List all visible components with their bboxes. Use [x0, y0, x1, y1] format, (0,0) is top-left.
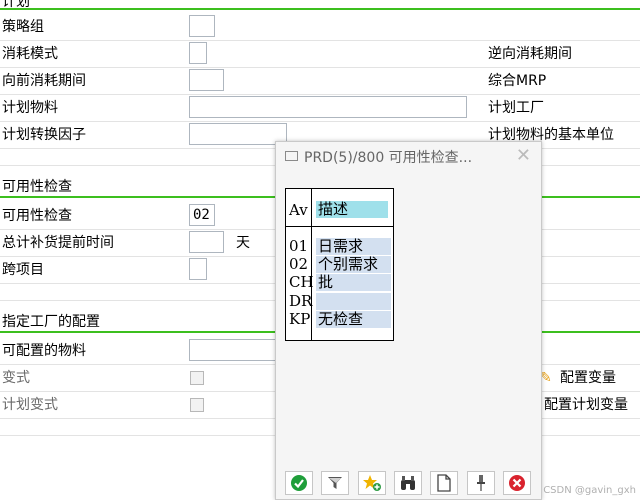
section-title-availability: 可用性检查	[2, 179, 72, 195]
find-button[interactable]	[394, 471, 422, 495]
watermark: CSDN @gavin_gxh	[543, 485, 636, 496]
cross-project-input[interactable]	[189, 258, 207, 280]
label-strategy-group: 策略组	[2, 19, 44, 35]
label-variant: 变式	[2, 370, 30, 386]
label-configurable-material: 可配置的物料	[2, 343, 86, 359]
pin-button[interactable]	[467, 471, 495, 495]
planning-material-input[interactable]	[189, 96, 467, 118]
dialog-title: PRD(5)/800 可用性检查...	[304, 150, 473, 166]
availability-check-input[interactable]: 02	[189, 204, 215, 226]
unit-days: 天	[236, 235, 250, 251]
consumption-mode-input[interactable]	[189, 42, 207, 64]
confirm-icon	[291, 475, 307, 491]
variant-checkbox[interactable]	[190, 371, 204, 385]
label-planning-material: 计划物料	[2, 100, 58, 116]
label-planning-plant: 计划工厂	[488, 100, 544, 116]
label-total-replenish-lead: 总计补货提前时间	[2, 235, 114, 251]
add-favorite-icon	[363, 475, 381, 491]
label-backward-consumption: 逆向消耗期间	[488, 46, 572, 62]
label-planning-variant: 计划变式	[2, 397, 58, 413]
label-forward-consumption: 向前消耗期间	[2, 73, 86, 89]
pin-icon	[477, 475, 485, 491]
total-replenish-lead-input[interactable]	[189, 231, 224, 253]
document-icon	[437, 474, 451, 492]
strategy-group-input[interactable]	[189, 15, 215, 37]
window-icon	[285, 151, 298, 161]
config-plan-variant-button[interactable]: 配置计划变量	[536, 393, 640, 417]
new-document-button[interactable]	[430, 471, 458, 495]
label-consumption-mode: 消耗模式	[2, 46, 58, 62]
close-icon[interactable]: ✕	[516, 145, 531, 166]
filter-icon	[328, 477, 342, 489]
add-favorite-button[interactable]	[358, 471, 386, 495]
label-availability-check: 可用性检查	[2, 208, 72, 224]
config-variant-button[interactable]: ✎ 配置变量	[536, 366, 640, 390]
column-header-desc[interactable]: 描述	[318, 201, 348, 218]
dialog-title-bar[interactable]: PRD(5)/800 可用性检查... ✕	[276, 142, 541, 170]
confirm-button[interactable]	[285, 471, 313, 495]
binoculars-icon	[401, 476, 415, 490]
cancel-icon	[509, 475, 525, 491]
config-plan-variant-label: 配置计划变量	[544, 397, 628, 413]
forward-consumption-input[interactable]	[189, 69, 224, 91]
label-planning-conv-factor: 计划转换因子	[2, 127, 86, 143]
cancel-button[interactable]	[503, 471, 531, 495]
planning-conv-factor-input[interactable]	[189, 123, 287, 145]
config-variant-label: 配置变量	[560, 370, 616, 386]
filter-button[interactable]	[321, 471, 349, 495]
value-help-table: Av 描述 01 日需求 02 个别需求 CH 批 DR KP 无检查	[285, 188, 394, 341]
section-divider	[0, 8, 640, 10]
planning-variant-checkbox[interactable]	[190, 398, 204, 412]
label-cross-project: 跨项目	[2, 262, 44, 278]
availability-check-dialog[interactable]: PRD(5)/800 可用性检查... ✕ Av 描述 01 日需求 02 个别…	[275, 141, 542, 500]
section-title-config: 指定工厂的配置	[2, 314, 100, 330]
column-header-code[interactable]: Av	[289, 202, 308, 219]
label-mixed-mrp: 综合MRP	[488, 73, 547, 89]
